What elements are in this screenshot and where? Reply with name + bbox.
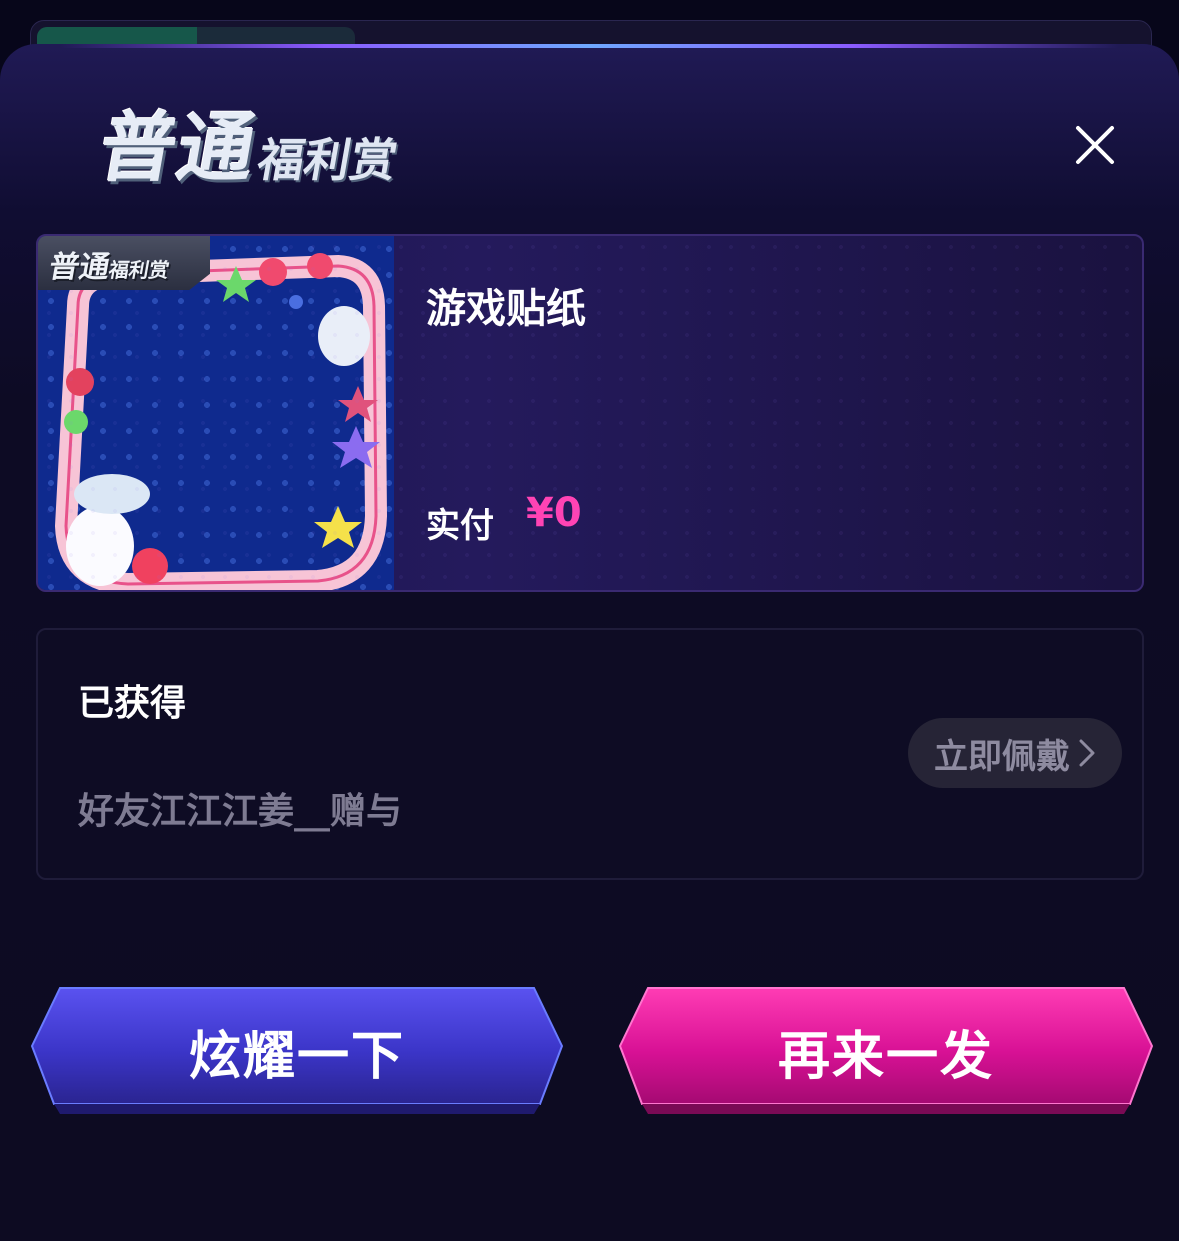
paid-value: ¥0 [526,490,582,536]
item-name: 游戏贴纸 [426,286,586,332]
title-sub: 福利赏 [253,133,402,187]
obtained-panel: 已获得 好友江江江姜__赠与 立即佩戴 [36,628,1144,880]
chevron-right-icon [1079,739,1095,767]
title-main: 普通 [92,103,265,192]
result-sheet: 普通 福利赏 普通福利赏 游戏贴纸 实付 ¥0 已获得 好友江江江姜__赠与 立… [0,44,1179,1241]
play-again-label: 再来一发 [777,1026,994,1087]
reward-card: 普通福利赏 游戏贴纸 实付 ¥0 [36,234,1144,592]
sheet-title: 普通 福利赏 [92,103,406,196]
paid-label: 实付 [426,506,494,546]
obtained-description: 好友江江江姜__赠与 [78,791,403,832]
show-off-button[interactable]: 炫耀一下 [30,986,564,1116]
wear-now-button[interactable]: 立即佩戴 [908,718,1122,788]
close-icon[interactable] [1068,118,1122,172]
badge-sub: 福利赏 [106,258,172,282]
obtained-title: 已获得 [78,683,187,724]
badge-main: 普通 [46,250,113,285]
wear-now-label: 立即佩戴 [934,736,1070,777]
play-again-button[interactable]: 再来一发 [618,986,1154,1116]
reward-badge: 普通福利赏 [38,236,210,290]
show-off-label: 炫耀一下 [188,1026,405,1087]
